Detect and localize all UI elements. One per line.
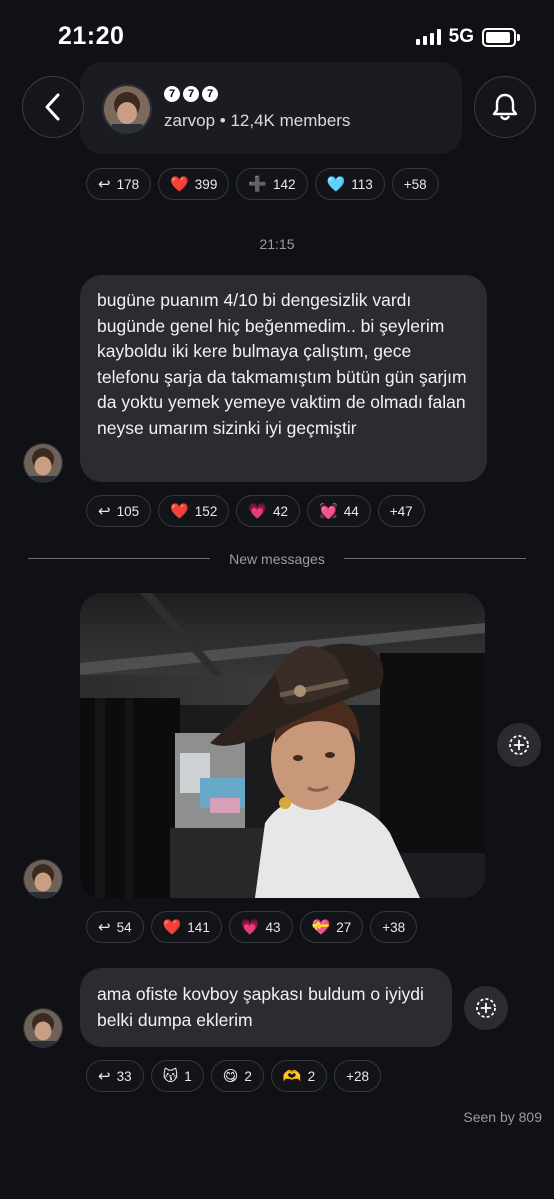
add-reaction-button[interactable] [464,986,508,1030]
beating-heart-icon: 💓 [319,502,338,520]
reaction-chip[interactable]: ➕ 142 [236,168,308,200]
sender-avatar[interactable] [23,1008,63,1048]
status-indicators: 5G [415,26,520,48]
bell-icon [492,93,518,121]
signal-icon [415,29,441,45]
more-reactions-chip[interactable]: +47 [377,495,425,527]
reaction-chip[interactable]: 😋 2 [210,1060,264,1092]
reaction-count: 105 [116,503,140,519]
reply-arrow-icon: ↩ [98,502,111,520]
member-count: 12,4K members [230,111,351,130]
growing-heart-icon: 💗 [248,502,268,520]
heart-icon: ❤️ [170,175,189,193]
reaction-chip[interactable]: 💗 43 [228,911,293,943]
status-time: 21:20 [58,22,125,50]
message-text: ama ofiste kovboy şapkası buldum o iyiyd… [97,984,424,1030]
sender-avatar[interactable] [23,443,63,483]
photo-message[interactable] [80,593,485,898]
reply-arrow-icon: ↩ [98,1067,111,1085]
reply-count-chip[interactable]: ↩ 54 [86,911,144,943]
heart-with-ribbon-icon: 💝 [311,918,331,936]
reaction-chip[interactable]: ❤️ 141 [150,911,222,943]
reaction-count: 54 [116,919,132,935]
number-badge: 7 [183,86,199,102]
network-label: 5G [448,26,474,47]
reaction-count: 27 [336,919,352,935]
reaction-chip[interactable]: 💓 44 [307,495,371,527]
reactions-row: ↩ 54 ❤️ 141 💗 43 💝 27 +38 [86,911,418,943]
channel-avatar[interactable] [102,84,152,134]
reaction-count: 44 [343,503,359,519]
reply-arrow-icon: ↩ [98,175,111,193]
more-reactions-chip[interactable]: +58 [391,168,439,200]
reaction-count: 42 [273,503,289,519]
reactions-row: ↩ 33 😽 1 😋 2 🫶 2 +28 [86,1060,382,1092]
reply-count-chip[interactable]: ↩ 178 [86,168,152,200]
reaction-chip[interactable]: 🩵 113 [314,168,385,200]
heart-icon: ❤️ [162,918,182,936]
notifications-button[interactable] [474,76,536,138]
heart-hands-icon: 🫶 [282,1067,302,1085]
channel-badges: 7 7 7 [164,86,218,102]
new-messages-divider: New messages [229,551,325,567]
more-reactions-chip[interactable]: +28 [334,1060,382,1092]
reply-count-chip[interactable]: ↩ 105 [86,495,152,527]
reaction-count: 33 [116,1068,132,1084]
chevron-left-icon [45,93,60,121]
reaction-count: 152 [194,503,218,519]
cowboy-hat-selfie-image [80,593,485,898]
message-bubble[interactable]: ama ofiste kovboy şapkası buldum o iyiyd… [80,968,452,1047]
reaction-count: +38 [382,919,406,935]
sender-avatar[interactable] [23,859,63,899]
kissing-cat-icon: 😽 [162,1067,179,1085]
reaction-count: 2 [244,1068,252,1084]
number-badge: 7 [164,86,180,102]
reaction-count: 178 [116,176,140,192]
reaction-chip[interactable]: 💗 42 [236,495,301,527]
add-reaction-button[interactable] [497,723,541,767]
plus-icon: ➕ [248,175,268,193]
reaction-count: +47 [389,503,413,519]
reactions-row: ↩ 105 ❤️ 152 💗 42 💓 44 +47 [86,495,425,527]
message-bubble[interactable]: bugüne puanım 4/10 bi dengesizlik vardı … [80,275,487,482]
reactions-row: ↩ 178 ❤️ 399 ➕ 142 🩵 113 +58 [86,168,439,200]
channel-name: zarvop [164,111,216,130]
reaction-chip[interactable]: ❤️ 152 [158,495,230,527]
seen-by-label: Seen by 809 [463,1109,542,1125]
reaction-chip[interactable]: 🫶 2 [270,1060,328,1092]
reaction-count: 141 [187,919,210,935]
channel-subtitle[interactable]: zarvop • 12,4K members [164,111,350,131]
reaction-count: 142 [273,176,296,192]
reaction-count: +58 [403,176,427,192]
subtitle-separator: • [215,111,231,130]
reaction-chip[interactable]: 😽 1 [150,1060,204,1092]
add-reaction-icon [509,735,529,755]
divider-line-right [344,558,526,559]
reaction-count: +28 [346,1068,370,1084]
add-reaction-icon [476,998,496,1018]
reaction-count: 113 [351,176,373,192]
message-text: bugüne puanım 4/10 bi dengesizlik vardı … [97,290,467,438]
reply-arrow-icon: ↩ [98,918,111,936]
yum-face-icon: 😋 [222,1067,239,1085]
reaction-chip[interactable]: 💝 27 [299,911,364,943]
light-blue-heart-icon: 🩵 [326,175,346,193]
reply-count-chip[interactable]: ↩ 33 [86,1060,144,1092]
reaction-chip[interactable]: ❤️ 399 [158,168,230,200]
heart-icon: ❤️ [170,502,189,520]
reaction-count: 1 [184,1068,192,1084]
timestamp-divider: 21:15 [259,236,295,252]
number-badge: 7 [202,86,218,102]
battery-icon [482,27,520,47]
back-button[interactable] [22,76,84,138]
growing-heart-icon: 💗 [240,918,260,936]
more-reactions-chip[interactable]: +38 [370,911,418,943]
reaction-count: 2 [307,1068,316,1084]
reaction-count: 399 [194,176,218,192]
reaction-count: 43 [265,919,281,935]
